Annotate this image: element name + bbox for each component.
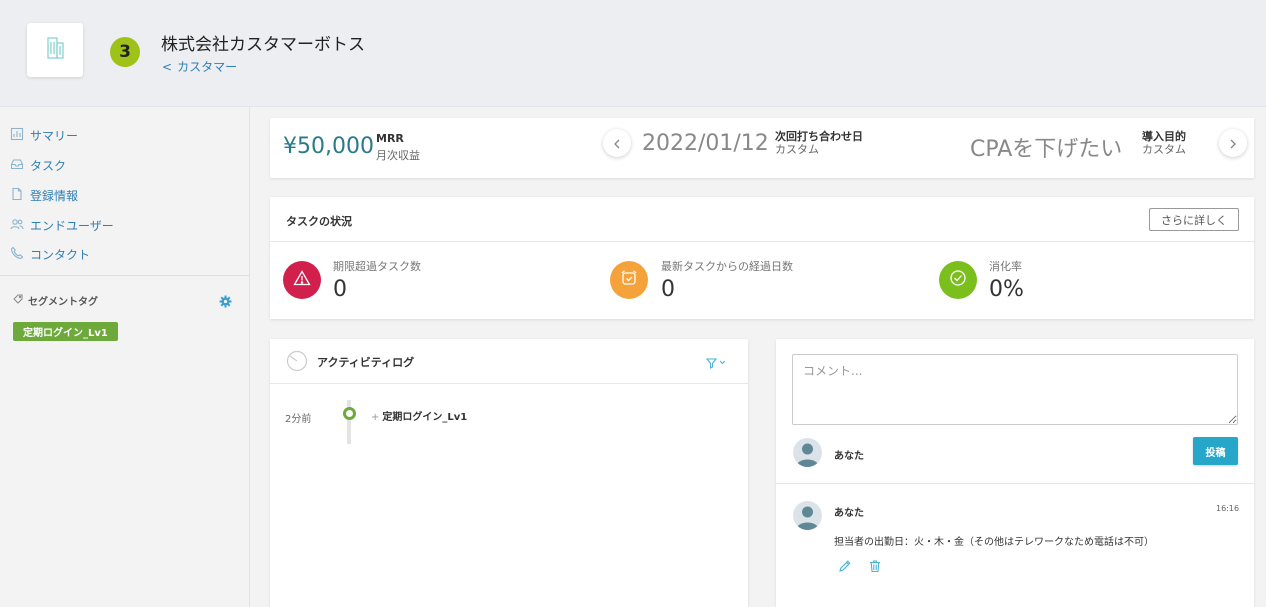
plus-icon: + bbox=[371, 412, 380, 423]
segment-tag-heading: セグメントタグ bbox=[13, 293, 98, 308]
adoption-goal-value: CPAを下げたい bbox=[970, 137, 1123, 162]
activity-entry-text: 定期ログイン_Lv1 bbox=[382, 412, 468, 423]
kpi-bar: ¥50,000 MRR 月次収益 2022/01/12 次回打ち合わせ日 カスタ… bbox=[270, 118, 1254, 178]
users-icon bbox=[10, 217, 30, 234]
customer-number-badge: 3 bbox=[110, 37, 140, 67]
avatar bbox=[793, 438, 822, 467]
card-divider bbox=[270, 383, 748, 384]
sidebar-item-end-users[interactable]: エンドユーザー bbox=[10, 215, 114, 235]
sidebar-item-label: サマリー bbox=[30, 128, 79, 143]
sidebar-item-task[interactable]: タスク bbox=[10, 155, 66, 175]
overdue-stat-circle bbox=[283, 261, 321, 299]
overdue-tasks-label: 期限超過タスク数 bbox=[333, 260, 421, 273]
gear-icon[interactable] bbox=[219, 293, 232, 312]
adoption-goal-sub-label: カスタム bbox=[1142, 143, 1186, 156]
pencil-icon[interactable] bbox=[838, 558, 852, 577]
completion-rate-label: 消化率 bbox=[989, 260, 1022, 273]
current-user-name: あなた bbox=[834, 451, 864, 462]
card-divider bbox=[270, 241, 1254, 242]
completion-rate-value: 0% bbox=[989, 277, 1024, 302]
days-since-task-value: 0 bbox=[661, 277, 675, 302]
sidebar-item-label: タスク bbox=[30, 158, 67, 173]
mrr-value: ¥50,000 bbox=[283, 134, 374, 159]
kpi-next-button[interactable] bbox=[1219, 129, 1247, 157]
next-meeting-sub-label: カスタム bbox=[775, 143, 819, 156]
post-comment-button[interactable]: 投稿 bbox=[1193, 437, 1238, 465]
activity-log-card: アクティビティログ 2分前 + 定期ログイン_Lv1 bbox=[270, 339, 748, 607]
sidebar-divider bbox=[0, 275, 249, 276]
filter-icon[interactable] bbox=[705, 354, 728, 373]
clock-icon bbox=[286, 350, 308, 376]
sidebar: サマリー タスク 登録情報 エンドユーザー コンタクト セグメントタグ 定期ログ… bbox=[0, 107, 250, 607]
comment-author: あなた bbox=[834, 508, 864, 519]
comment-body: 担当者の出勤日：火・木・金（その他はテレワークなため電話は不可） bbox=[834, 537, 1154, 548]
chevron-right-icon bbox=[1229, 134, 1237, 153]
check-circle-icon bbox=[949, 269, 967, 291]
back-link-label: カスタマー bbox=[177, 60, 238, 74]
company-logo bbox=[27, 23, 83, 77]
sidebar-item-summary[interactable]: サマリー bbox=[10, 125, 78, 145]
chevron-left-icon: < bbox=[162, 60, 173, 74]
sidebar-item-label: コンタクト bbox=[30, 247, 91, 262]
phone-icon bbox=[10, 246, 30, 263]
task-status-card: タスクの状況 さらに詳しく 期限超過タスク数 0 最新タスクからの経過日数 0 … bbox=[270, 197, 1254, 319]
segment-tag-chip[interactable]: 定期ログイン_Lv1 bbox=[13, 322, 118, 341]
back-to-customers-link[interactable]: < カスタマー bbox=[162, 58, 237, 75]
timeline-dot bbox=[343, 407, 356, 420]
building-icon bbox=[42, 35, 68, 65]
alarm-clock-icon bbox=[620, 269, 638, 291]
comment-input[interactable] bbox=[792, 354, 1238, 425]
inbox-icon bbox=[10, 157, 30, 174]
sidebar-item-registration[interactable]: 登録情報 bbox=[10, 185, 78, 205]
customer-header: 3 株式会社カスタマーボトス < カスタマー bbox=[0, 0, 1266, 107]
segment-tag-title: セグメントタグ bbox=[28, 297, 98, 308]
document-icon bbox=[10, 187, 30, 204]
avatar bbox=[793, 501, 822, 530]
summary-icon bbox=[10, 127, 30, 144]
comment-time: 16:16 bbox=[1216, 504, 1240, 513]
mrr-sub-label: 月次収益 bbox=[376, 149, 420, 162]
next-meeting-date: 2022/01/12 bbox=[642, 131, 769, 156]
activity-time: 2分前 bbox=[285, 414, 312, 425]
chevron-left-icon bbox=[613, 134, 621, 153]
completion-stat-circle bbox=[939, 261, 977, 299]
sidebar-item-contact[interactable]: コンタクト bbox=[10, 244, 90, 264]
warning-icon bbox=[293, 270, 311, 290]
sidebar-item-label: 登録情報 bbox=[30, 188, 79, 203]
kpi-prev-button[interactable] bbox=[603, 129, 631, 157]
comments-card: あなた 投稿 あなた 16:16 担当者の出勤日：火・木・金（その他はテレワーク… bbox=[776, 339, 1254, 607]
sidebar-item-label: エンドユーザー bbox=[30, 218, 114, 233]
mrr-label: MRR bbox=[376, 132, 404, 145]
company-name: 株式会社カスタマーボトス bbox=[161, 35, 365, 55]
days-since-task-label: 最新タスクからの経過日数 bbox=[661, 260, 793, 273]
task-status-title: タスクの状況 bbox=[286, 215, 352, 228]
trash-icon[interactable] bbox=[868, 558, 882, 577]
activity-entry: + 定期ログイン_Lv1 bbox=[371, 408, 467, 423]
elapsed-stat-circle bbox=[610, 261, 648, 299]
activity-log-title: アクティビティログ bbox=[317, 356, 415, 369]
card-divider bbox=[776, 483, 1254, 484]
more-details-button[interactable]: さらに詳しく bbox=[1149, 208, 1239, 231]
overdue-tasks-value: 0 bbox=[333, 277, 347, 302]
tag-icon bbox=[13, 294, 28, 307]
